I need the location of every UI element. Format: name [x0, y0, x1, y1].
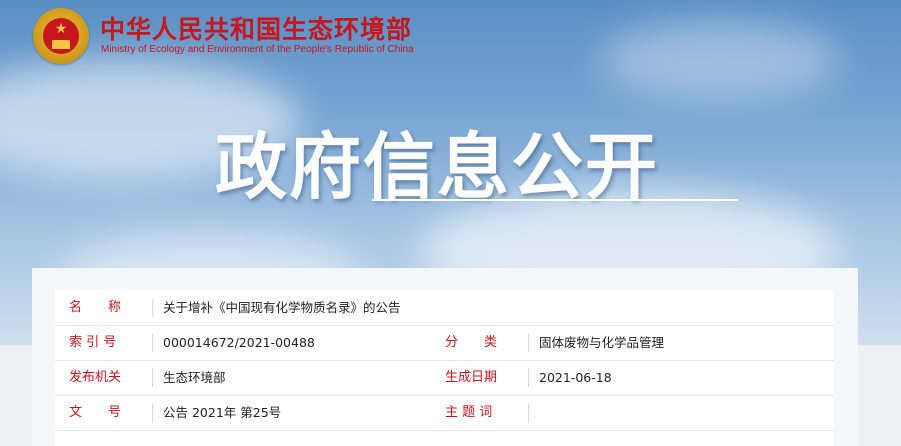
site-title[interactable]: 中华人民共和国生态环境部	[100, 10, 412, 46]
info-row-docno: 文 号 公告 2021年 第25号 主 题 词	[55, 395, 834, 431]
index-value: 000014672/2021-00488	[163, 335, 315, 350]
doc-number-value: 公告 2021年 第25号	[163, 405, 282, 420]
category-label: 分 类	[445, 335, 498, 350]
name-label: 名 称	[69, 300, 122, 315]
site-subtitle: Ministry of Ecology and Environment of t…	[101, 44, 414, 55]
category-value: 固体废物与化学品管理	[539, 335, 665, 350]
divider	[528, 369, 529, 387]
national-emblem-icon[interactable]: ★	[33, 8, 89, 64]
document-info-card: 名 称 关于增补《中国现有化学物质名录》的公告 索 引 号 000014672/…	[55, 290, 834, 446]
date-value: 2021-06-18	[539, 370, 612, 385]
divider	[528, 334, 529, 352]
divider	[152, 334, 153, 352]
index-label: 索 引 号	[69, 335, 117, 350]
keywords-label: 主 题 词	[445, 405, 493, 420]
info-row-index: 索 引 号 000014672/2021-00488 分 类 固体废物与化学品管…	[55, 325, 834, 361]
name-value: 关于增补《中国现有化学物质名录》的公告	[163, 300, 401, 315]
cloud-decoration	[600, 20, 840, 100]
divider	[152, 369, 153, 387]
headline-underline	[372, 199, 738, 201]
issuer-value: 生态环境部	[163, 370, 226, 385]
info-panel: 名 称 关于增补《中国现有化学物质名录》的公告 索 引 号 000014672/…	[32, 268, 858, 446]
issuer-label: 发布机关	[69, 370, 122, 385]
doc-number-label: 文 号	[69, 405, 122, 420]
page-headline: 政府信息公开	[215, 125, 660, 209]
divider	[152, 299, 153, 317]
divider	[152, 404, 153, 422]
date-label: 生成日期	[445, 370, 498, 385]
info-row-issuer: 发布机关 生态环境部 生成日期 2021-06-18	[55, 360, 834, 396]
info-row-name: 名 称 关于增补《中国现有化学物质名录》的公告	[55, 290, 834, 326]
divider	[528, 404, 529, 422]
